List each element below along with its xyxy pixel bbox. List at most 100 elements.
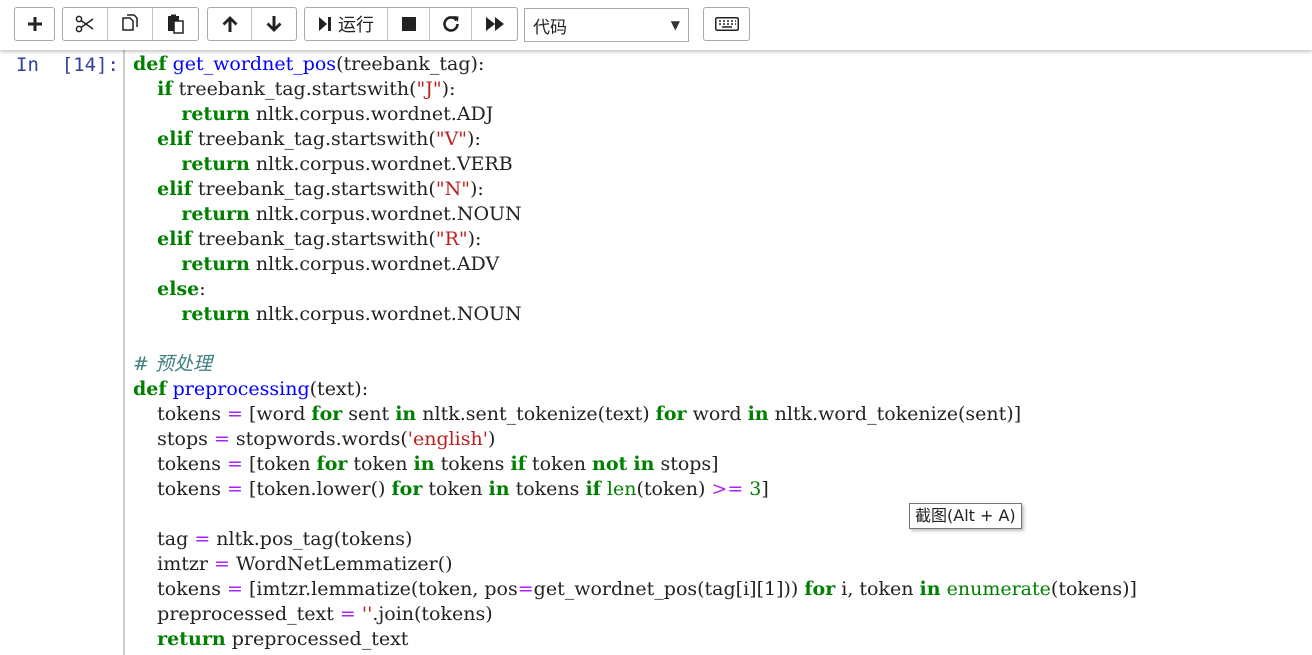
code-token: for: [316, 453, 348, 475]
restart-button[interactable]: [430, 8, 472, 40]
code-token: "N": [435, 178, 470, 200]
code-token: in: [919, 578, 941, 600]
run-group: 运行: [304, 7, 518, 41]
code-token: [token.lower(): [242, 478, 392, 500]
code-token: (tokens)]: [1050, 578, 1137, 600]
code-token: =: [339, 603, 356, 625]
code-line: preprocessed_text = ''.join(tokens): [133, 602, 1137, 627]
keyboard-shortcuts-button[interactable]: [704, 8, 749, 40]
code-token: =: [227, 403, 243, 425]
code-token: enumerate: [946, 578, 1051, 600]
code-token: [word: [242, 403, 312, 425]
code-token: return: [181, 203, 250, 225]
code-token: def: [133, 378, 167, 400]
code-token: for: [311, 403, 343, 425]
move-down-button[interactable]: [252, 8, 296, 40]
code-editor[interactable]: def get_wordnet_pos(treebank_tag): if tr…: [133, 52, 1137, 652]
cut-button[interactable]: [63, 8, 108, 40]
code-token: tag: [133, 528, 195, 550]
interrupt-button[interactable]: [388, 8, 430, 40]
cell-type-select[interactable]: 代码 ▼: [524, 8, 689, 42]
code-line: return preprocessed_text: [133, 627, 1137, 652]
move-group: [207, 7, 297, 41]
code-token: ):: [469, 178, 484, 200]
code-token: nltk.corpus.wordnet.ADJ: [249, 103, 494, 125]
code-line: elif treebank_tag.startswith("R"):: [133, 227, 1137, 252]
restart-run-all-button[interactable]: [472, 8, 517, 40]
code-token: imtzr: [133, 553, 215, 575]
code-token: tokens: [133, 578, 228, 600]
code-token: nltk.corpus.wordnet.NOUN: [249, 203, 522, 225]
arrow-up-icon: [222, 16, 237, 32]
code-token: if: [510, 453, 526, 475]
code-token: in: [488, 478, 510, 500]
code-token: =: [227, 478, 243, 500]
cell-type-value: 代码: [533, 17, 567, 38]
code-token: sent: [342, 403, 396, 425]
code-token: (treebank_tag):: [336, 53, 485, 75]
code-token: nltk.corpus.wordnet.ADV: [249, 253, 500, 275]
code-token: stopwords.words(: [229, 428, 408, 450]
notebook-toolbar: 运行 代码 ▼: [0, 0, 1312, 50]
code-token: preprocessed_text: [225, 628, 409, 650]
code-line: return nltk.corpus.wordnet.VERB: [133, 152, 1137, 177]
code-token: in: [633, 453, 655, 475]
code-token: return: [181, 253, 250, 275]
code-token: :: [199, 278, 206, 300]
insert-cell-button[interactable]: [15, 8, 54, 40]
code-token: '': [361, 603, 373, 625]
run-label: 运行: [338, 15, 374, 36]
code-token: (token): [636, 478, 712, 500]
code-token: return: [157, 628, 226, 650]
code-line: return nltk.corpus.wordnet.ADV: [133, 252, 1137, 277]
code-token: =: [227, 453, 243, 475]
code-token: for: [391, 478, 423, 500]
move-up-button[interactable]: [208, 8, 252, 40]
code-token: 'english': [407, 428, 488, 450]
code-token: tokens: [133, 478, 228, 500]
cell-border: [123, 50, 125, 655]
keyboard-icon: [714, 17, 739, 31]
run-button[interactable]: 运行: [305, 8, 388, 40]
code-line: def preprocessing(text):: [133, 377, 1137, 402]
code-token: =: [213, 428, 230, 450]
code-token: =: [214, 553, 230, 575]
plus-icon: [27, 17, 42, 31]
code-token: stops: [133, 428, 214, 450]
arrow-down-icon: [266, 16, 282, 32]
code-token: nltk.word_tokenize(sent)]: [768, 403, 1022, 425]
code-line: tokens = [imtzr.lemmatize(token, pos=get…: [133, 577, 1137, 602]
code-line: elif treebank_tag.startswith("V"):: [133, 127, 1137, 152]
code-token: ):: [467, 228, 482, 250]
edit-group: [62, 7, 199, 41]
code-token: # 预处理: [133, 353, 212, 375]
code-token: stops]: [654, 453, 719, 475]
code-line: else:: [133, 277, 1137, 302]
code-token: preprocessed_text: [133, 603, 340, 625]
code-token: else: [157, 278, 200, 300]
copy-button[interactable]: [108, 8, 153, 40]
keyboard-group: [703, 7, 750, 41]
code-token: treebank_tag.startswith(: [172, 78, 417, 100]
code-token: not: [592, 453, 628, 475]
code-token: elif: [157, 228, 192, 250]
code-token: [imtzr.lemmatize(token, pos: [242, 578, 518, 600]
code-line: return nltk.corpus.wordnet.NOUN: [133, 302, 1137, 327]
paste-button[interactable]: [153, 8, 198, 40]
fast-forward-icon: [485, 17, 504, 31]
code-token: treebank_tag.startswith(: [191, 128, 436, 150]
code-token: =: [227, 578, 243, 600]
code-token: ):: [467, 128, 481, 150]
code-token: tokens: [133, 453, 228, 475]
insert-group: [14, 7, 55, 41]
code-token: for: [804, 578, 836, 600]
code-token: "R": [435, 228, 468, 250]
